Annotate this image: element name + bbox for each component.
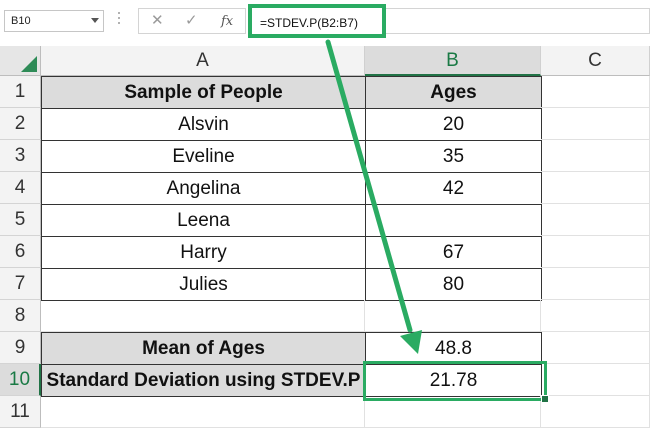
annotation-arrow (325, 39, 422, 354)
annotation-arrow-head (400, 330, 422, 354)
annotation-arrow-line (325, 39, 413, 333)
